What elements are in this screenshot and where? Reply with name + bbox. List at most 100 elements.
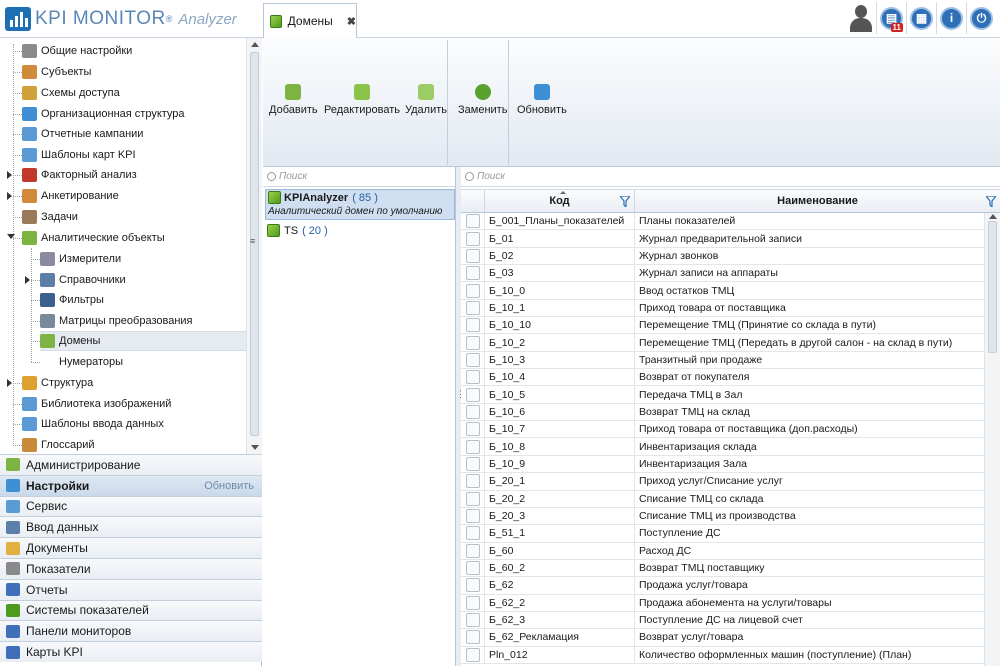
nav-item-reports[interactable]: Отчеты	[0, 578, 262, 600]
table-row[interactable]: Б_10_1 Приход товара от поставщика	[461, 299, 984, 318]
table-row[interactable]: Б_20_3 Списание ТМЦ из производства	[461, 507, 984, 526]
nav-item-documents[interactable]: Документы	[0, 537, 262, 558]
table-row[interactable]: Б_60_2 Возврат ТМЦ поставщику	[461, 559, 984, 578]
nav-item-administration[interactable]: Администрирование	[0, 454, 262, 475]
scroll-down-icon[interactable]	[251, 445, 259, 450]
tree-item-input-templates[interactable]: Шаблоны ввода данных	[22, 414, 246, 434]
table-row[interactable]: Б_10_9 Инвентаризация Зала	[461, 455, 984, 474]
domain-item-kpianalyzer[interactable]: KPIAnalyzer ( 85 ) Аналитический домен п…	[265, 189, 455, 220]
expand-arrow-icon[interactable]	[7, 379, 12, 387]
tree-item-analytic-objects[interactable]: Аналитические объекты	[22, 228, 246, 248]
table-row[interactable]: Б_10_6 Возврат ТМЦ на склад	[461, 403, 984, 422]
table-row[interactable]: Б_01 Журнал предварительной записи	[461, 230, 984, 248]
refresh-label: Обновить	[517, 104, 567, 116]
nav-item-service[interactable]: Сервис	[0, 495, 262, 517]
tree-item-transform-matrix[interactable]: Матрицы преобразования	[40, 311, 246, 331]
tree-item-access-schemes[interactable]: Схемы доступа	[22, 83, 246, 103]
tree-item-report-campaign[interactable]: Отчетные кампании	[22, 124, 246, 144]
row-type-cell	[461, 351, 485, 369]
table-row[interactable]: Б_51_1 Поступление ДС	[461, 525, 984, 543]
edit-button[interactable]: Редактировать	[324, 84, 400, 116]
nav-item-indicators[interactable]: Показатели	[0, 557, 262, 579]
tree-item-label: Измерители	[59, 253, 122, 265]
nav-item-data-input[interactable]: Ввод данных	[0, 516, 262, 538]
table-row[interactable]: Б_10_4 Возврат от покупателя	[461, 369, 984, 387]
nav-refresh-link[interactable]: Обновить	[204, 480, 254, 492]
grid-header-code[interactable]: Код	[485, 190, 635, 212]
tree-item-reference-books[interactable]: Справочники	[40, 270, 246, 290]
cell-code: Б_10_0	[485, 282, 635, 299]
tree-item-structure[interactable]: Структура	[22, 373, 246, 393]
table-row[interactable]: Б_10_7 Приход товара от поставщика (доп.р…	[461, 421, 984, 439]
table-row[interactable]: Б_62_2 Продажа абонемента на услуги/товар…	[461, 594, 984, 612]
filter-icon[interactable]	[986, 196, 996, 207]
scroll-thumb[interactable]	[988, 221, 997, 353]
tree-item-measures[interactable]: Измерители	[40, 249, 246, 269]
table-row[interactable]: Б_10_5 Передача ТМЦ в Зал	[461, 386, 984, 404]
grid-body: Б_001_Планы_показателей Планы показателей…	[461, 213, 984, 666]
table-row[interactable]: Б_10_8 Инвентаризация склада	[461, 438, 984, 456]
tree-item-factor-analysis[interactable]: Факторный анализ	[22, 165, 246, 185]
table-row[interactable]: Б_10_0 Ввод остатков ТМЦ	[461, 282, 984, 300]
collapse-arrow-icon[interactable]	[7, 234, 15, 239]
info-button[interactable]: i	[936, 2, 966, 34]
tree-item-image-library[interactable]: Библиотека изображений	[22, 394, 246, 414]
table-row[interactable]: Б_10_3 Транзитный при продаже	[461, 351, 984, 370]
windows-button[interactable]: ▦	[906, 2, 936, 34]
nav-item-kpi-cards[interactable]: Карты KPI	[0, 641, 262, 662]
power-button[interactable]: ⏻	[966, 2, 996, 34]
table-row[interactable]: Pln_012 Количество оформленных машин (пос…	[461, 646, 984, 664]
table-row[interactable]: Б_001_Планы_показателей Планы показателей	[461, 213, 984, 231]
tab-domains[interactable]: Домены ✖	[263, 3, 357, 38]
table-row[interactable]: Б_20_2 Списание ТМЦ со склада	[461, 490, 984, 508]
logo-chart-icon	[5, 7, 31, 31]
tree-item-tasks[interactable]: Задачи	[22, 207, 246, 227]
cell-code: Б_02	[485, 247, 635, 265]
grid-search-input[interactable]: Поиск	[461, 167, 1000, 187]
tree-item-gear[interactable]: Общие настройки	[22, 41, 246, 61]
replace-button[interactable]: Заменить	[458, 84, 507, 116]
filter-icon[interactable]	[620, 196, 630, 207]
nav-item-monitor-panels[interactable]: Панели мониторов	[0, 620, 262, 642]
scroll-up-icon[interactable]	[251, 42, 259, 47]
refresh-button[interactable]: Обновить	[517, 84, 567, 116]
expand-arrow-icon[interactable]	[7, 171, 12, 179]
measure-object-icon	[465, 613, 480, 628]
tree-item-filters[interactable]: Фильтры	[40, 290, 246, 310]
table-row[interactable]: Б_62_Рекламация Возврат услуг/товара	[461, 629, 984, 647]
nav-item-settings[interactable]: Настройки Обновить	[0, 474, 262, 496]
tab-close-button[interactable]: ✖	[347, 15, 356, 28]
domain-search-input[interactable]: Поиск	[263, 167, 455, 187]
app-logo: KPI MONITOR ® Analyzer	[5, 6, 237, 32]
grid-scrollbar[interactable]	[984, 213, 1000, 666]
user-button[interactable]	[846, 2, 876, 34]
tree-item-glossary[interactable]: Глоссарий	[22, 435, 246, 454]
tree-item-domains[interactable]: Домены	[40, 331, 246, 351]
notifications-button[interactable]: ▤ 11	[876, 2, 906, 34]
tree-scrollbar[interactable]: ≡	[246, 38, 262, 454]
table-row[interactable]: Б_60 Расход ДС	[461, 542, 984, 560]
expand-arrow-icon[interactable]	[25, 276, 30, 284]
nav-panel: Администрирование Настройки Обновить Сервис…	[0, 454, 262, 662]
nav-item-indicator-systems[interactable]: Системы показателей	[0, 599, 262, 621]
add-button[interactable]: Добавить	[269, 84, 318, 116]
table-row[interactable]: Б_03 Журнал записи на аппараты	[461, 265, 984, 283]
table-row[interactable]: Б_20_1 Приход услуг/Списание услуг	[461, 473, 984, 491]
tree-item-org-structure[interactable]: Организационная структура	[22, 104, 246, 124]
tree-item-kpi-card-template[interactable]: Шаблоны карт KPI	[22, 145, 246, 165]
table-row[interactable]: Б_02 Журнал звонков	[461, 247, 984, 266]
tree-item-survey[interactable]: Анкетирование	[22, 186, 246, 206]
table-row[interactable]: Б_62_3 Поступление ДС на лицевой счет	[461, 611, 984, 630]
table-row[interactable]: Б_62 Продажа услуг/товара	[461, 577, 984, 595]
expand-arrow-icon[interactable]	[7, 192, 12, 200]
domain-count: ( 20 )	[302, 224, 328, 237]
tree-item-users[interactable]: Субъекты	[22, 62, 246, 82]
domain-item-ts[interactable]: TS ( 20 )	[267, 224, 328, 237]
search-icon	[267, 172, 276, 181]
grid-header-name[interactable]: Наименование	[635, 190, 1000, 212]
table-row[interactable]: Б_10_2 Перемещение ТМЦ (Передать в другой…	[461, 334, 984, 352]
table-row[interactable]: Б_10_10 Перемещение ТМЦ (Принятие со скла…	[461, 317, 984, 335]
delete-button[interactable]: Удалить	[405, 84, 447, 116]
tree-item-numerators[interactable]: Нумераторы	[40, 352, 246, 372]
scroll-up-icon[interactable]	[989, 214, 997, 219]
